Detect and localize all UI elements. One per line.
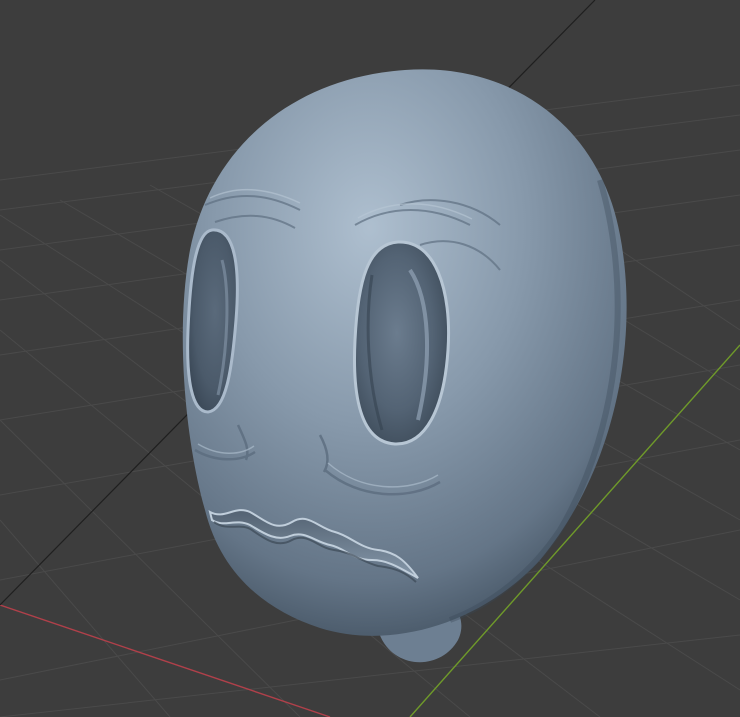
sculpt-mesh[interactable]	[182, 69, 627, 663]
viewport-canvas[interactable]	[0, 0, 740, 717]
x-axis-line	[0, 604, 331, 717]
3d-viewport[interactable]	[0, 0, 740, 717]
